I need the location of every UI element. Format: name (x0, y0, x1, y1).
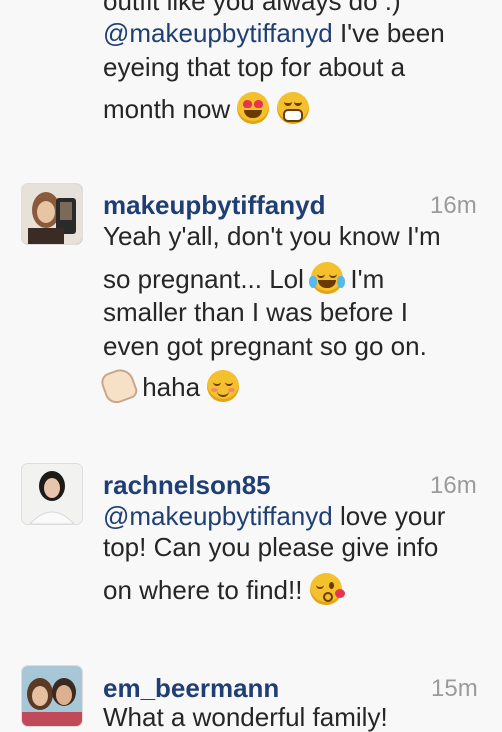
comment-username[interactable]: rachnelson85 (103, 470, 271, 500)
face-blowing-kiss-emoji-icon (309, 573, 345, 605)
comment-timestamp: 16m (430, 192, 477, 219)
comment-text-line: @makeupbytiffanyd I've been (103, 18, 445, 48)
comment-timestamp: 15m (431, 675, 478, 702)
comment-username[interactable]: makeupbytiffanyd (103, 190, 326, 220)
comment-timestamp: 16m (430, 472, 477, 499)
comment-text-line: even got pregnant so go on. (103, 331, 427, 361)
comment-text-line: haha (98, 365, 240, 407)
comment-text-line: @makeupbytiffanyd love your (103, 501, 446, 531)
avatar[interactable] (22, 464, 82, 524)
comment-text-line: top! Can you please give info (103, 532, 439, 562)
clapping-hand-emoji-icon (98, 365, 140, 407)
comment-username[interactable]: em_beermann (103, 673, 279, 703)
mention-link[interactable]: @makeupbytiffanyd (103, 501, 333, 531)
avatar[interactable] (22, 666, 82, 726)
avatar-image (22, 184, 82, 244)
comment-text-line: month now (103, 92, 309, 124)
comment-text-line: Yeah y'all, don't you know I'm (103, 221, 441, 251)
smiling-face-emoji-icon (207, 370, 240, 402)
comment-text-line: eyeing that top for about a (103, 52, 406, 82)
comment-text-fragment: outfit like you always do :) (103, 0, 401, 16)
grimacing-emoji-icon (276, 92, 309, 124)
mention-link[interactable]: @makeupbytiffanyd (103, 18, 333, 48)
avatar[interactable] (22, 184, 82, 244)
avatar-image (22, 666, 82, 726)
tears-of-joy-emoji-icon (309, 262, 346, 294)
comment-text-line: so pregnant... Lol I'm (103, 262, 385, 294)
heart-eyes-emoji-icon (237, 92, 270, 124)
avatar-image (22, 464, 82, 524)
comment-text-line: on where to find!! (103, 573, 345, 605)
comment-text-line: smaller than I was before I (103, 297, 408, 327)
